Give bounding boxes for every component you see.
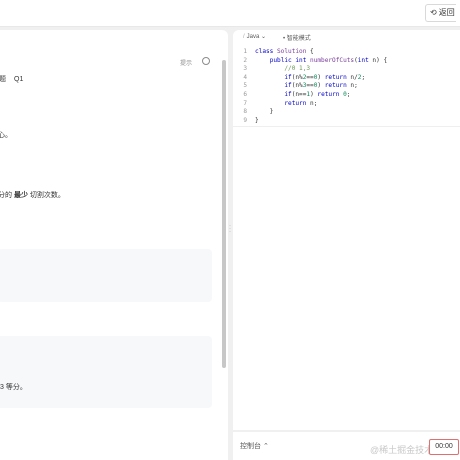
console-label: 控制台: [240, 443, 261, 450]
code-line[interactable]: 9}: [233, 117, 460, 126]
line-number: 1: [243, 48, 247, 55]
chevron-down-icon: ⌄: [261, 34, 267, 40]
code-token: }: [255, 108, 274, 116]
language-label: Java: [246, 34, 260, 40]
line-number: 8: [243, 108, 247, 116]
code-line[interactable]: 3 //0 1,3: [233, 65, 460, 74]
question-tag: Q1: [14, 76, 24, 83]
rotate-left-icon: ⟲: [430, 8, 437, 17]
line-number: 3: [243, 65, 247, 73]
line-number: 6: [243, 90, 247, 98]
console-bar: 控制台 ⌃ @稀土掘金技术社区 00:00: [233, 432, 460, 460]
code-token: public int: [269, 56, 311, 64]
code-token: return: [284, 99, 307, 107]
code-token: ==: [306, 73, 314, 81]
code-icon: /: [243, 34, 245, 40]
code-token: if: [284, 82, 292, 90]
mode-label: 智能模式: [286, 36, 311, 42]
code-line[interactable]: 6 if(n==1) return 0;: [233, 91, 460, 100]
code-token: if: [284, 73, 292, 81]
problem-title: 题 Q1: [0, 74, 23, 84]
code-line[interactable]: 5 if(n%3==0) return n;: [233, 82, 460, 91]
code-line[interactable]: 2 public int numberOfCuts(int n) {: [233, 57, 460, 66]
line-number: 4: [243, 73, 247, 81]
text-fragment: 心。: [0, 132, 12, 139]
code-token: if: [284, 90, 292, 98]
code-token: ): [317, 73, 325, 81]
code-token: n;: [306, 99, 318, 107]
code-token: return: [317, 90, 340, 98]
editor-toolbar: / Java ⌄ • 智能模式: [233, 30, 460, 44]
info-icon[interactable]: [202, 57, 210, 65]
timer[interactable]: 00:00: [429, 439, 459, 455]
code-line[interactable]: 4 if(n%2==0) return n/2;: [233, 74, 460, 83]
top-bar: ⟲ 返回: [0, 0, 460, 27]
language-select[interactable]: / Java ⌄: [243, 33, 266, 40]
panel-resize-handle[interactable]: · · ·: [229, 223, 231, 235]
hint-button[interactable]: 提示: [180, 58, 192, 67]
code-editor-panel: / Java ⌄ • 智能模式 1 class Solution {2 public…: [233, 30, 460, 430]
code-token: (n%: [291, 82, 303, 90]
mode-select[interactable]: • 智能模式: [283, 33, 311, 42]
emphasis-text: 最少: [13, 192, 28, 199]
code-token: return: [324, 73, 347, 81]
line-number: 7: [243, 99, 247, 107]
code-token: n/: [346, 73, 358, 81]
line-number: 9: [243, 116, 247, 124]
line-number: 2: [243, 56, 247, 64]
code-token: n;: [346, 82, 358, 90]
code-token: n) {: [368, 56, 388, 64]
code-token: ;: [346, 90, 351, 98]
problem-panel: 提示 题 Q1 心。 分的 最少 切割次数。 3 等分。: [0, 30, 228, 460]
code-token: (n%: [291, 73, 303, 81]
scrollbar[interactable]: [222, 60, 226, 368]
mode-icon: •: [283, 36, 286, 42]
code-token: ==: [306, 82, 314, 90]
console-toggle[interactable]: 控制台 ⌃: [240, 441, 269, 451]
example-block: [0, 249, 212, 302]
code-line[interactable]: 1 class Solution {: [233, 48, 460, 57]
chevron-up-icon: ⌃: [262, 443, 269, 450]
example-block: 3 等分。: [0, 336, 212, 408]
code-token: }: [255, 116, 259, 124]
text-fragment: 分的 最少 切割次数。: [0, 192, 65, 199]
text-fragment: 3 等分。: [0, 384, 27, 391]
code-token: return: [324, 82, 347, 90]
code-token: class: [255, 48, 278, 55]
back-button[interactable]: ⟲ 返回: [425, 4, 456, 22]
code-area[interactable]: 1 class Solution {2 public int numberOfCu…: [233, 48, 460, 125]
code-token: numberOfCuts: [310, 56, 355, 64]
code-line[interactable]: 7 return n;: [233, 100, 460, 109]
editor-divider: [233, 126, 460, 127]
back-button-label: 返回: [438, 8, 455, 17]
code-token: //0 1,3: [284, 65, 311, 73]
code-token: ): [317, 82, 325, 90]
code-token: {: [306, 48, 314, 55]
code-token: ;: [361, 73, 366, 81]
code-line[interactable]: 8 }: [233, 108, 460, 117]
code-token: (n==: [291, 90, 307, 98]
title-fragment: 题: [0, 76, 6, 83]
code-token: Solution: [277, 48, 307, 55]
code-token: int: [357, 56, 369, 64]
line-number: 5: [243, 82, 247, 90]
panel-footer: [0, 456, 228, 460]
